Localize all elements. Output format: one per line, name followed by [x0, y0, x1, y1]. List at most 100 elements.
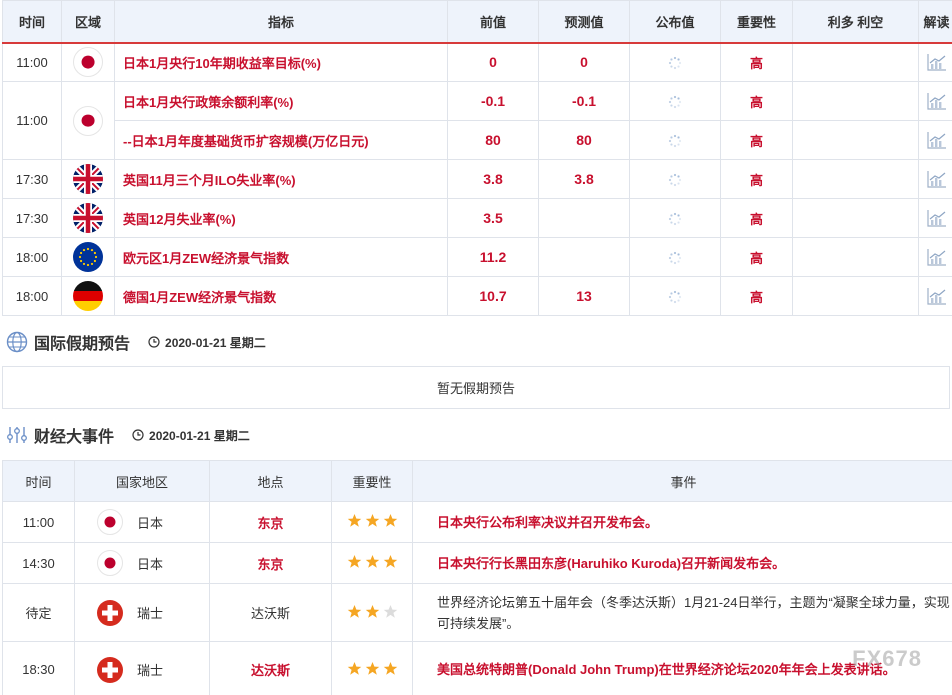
events-table: 时间 国家地区 地点 重要性 事件 11:00 日本 东京 日本央行公布利率决议并召开… — [2, 460, 952, 695]
forecast-value: 13 — [538, 276, 630, 316]
uk-flag-icon — [73, 164, 103, 194]
loading-spinner-icon — [668, 56, 682, 70]
table-row: 11:00 日本1月央行10年期收益率目标(%) 0 0 高 — [2, 42, 952, 82]
actual-cell — [629, 42, 721, 82]
table-row: 17:30 英国11月三个月ILO失业率(%) 3.8 3.8 高 — [2, 159, 952, 199]
loading-spinner-icon — [668, 290, 682, 304]
switzerland-flag-icon — [97, 656, 123, 683]
analysis-cell[interactable] — [918, 237, 952, 277]
holiday-date-text: 2020-01-21 星期二 — [165, 335, 266, 350]
importance-value: 高 — [720, 81, 793, 121]
col-region: 区域 — [61, 0, 115, 44]
table-row: 14:30 日本 东京 日本央行行长黑田东彦(Haruhiko Kuroda)召开新闻… — [2, 542, 952, 584]
events-section-header: 财经大事件 2020-01-21 星期二 — [6, 420, 250, 450]
bull-bear-cell — [792, 237, 919, 277]
event-description: 日本央行公布利率决议并召开发布会。 — [412, 501, 952, 543]
sliders-icon — [7, 427, 27, 443]
chart-analysis-icon[interactable] — [926, 92, 947, 110]
importance-value: 高 — [720, 276, 793, 316]
chart-analysis-icon[interactable] — [926, 248, 947, 266]
event-place: 东京 — [209, 501, 332, 543]
switzerland-flag-icon — [97, 599, 123, 626]
forecast-value: 0 — [538, 42, 630, 82]
analysis-cell[interactable] — [918, 120, 952, 160]
indicator-link[interactable]: --日本1月年度基础货币扩容规模(万亿日元) — [114, 120, 448, 160]
analysis-cell[interactable] — [918, 81, 952, 121]
previous-value: 0 — [447, 42, 539, 82]
previous-value: 11.2 — [447, 237, 539, 277]
holiday-title: 国际假期预告 — [34, 336, 131, 353]
time-cell: 17:30 — [2, 198, 62, 238]
table-row: 待定 瑞士 达沃斯 世界经济论坛第五十届年会（冬季达沃斯）1月21-24日举行，主题为… — [2, 583, 952, 642]
star-filled-icon — [347, 554, 361, 568]
eu-flag-icon — [73, 242, 103, 272]
importance-value: 高 — [720, 120, 793, 160]
actual-cell — [629, 81, 721, 121]
event-place: 东京 — [209, 542, 332, 584]
col-importance: 重要性 — [331, 460, 413, 502]
event-description: 世界经济论坛第五十届年会（冬季达沃斯）1月21-24日举行，主题为“凝聚全球力量… — [412, 583, 952, 642]
event-country-cell: 瑞士 — [74, 583, 210, 642]
bull-bear-cell — [792, 276, 919, 316]
event-country: 瑞士 — [137, 606, 164, 621]
events-date-text: 2020-01-21 星期二 — [149, 428, 250, 443]
japan-flag-icon — [73, 47, 103, 78]
indicator-link[interactable]: 德国1月ZEW经济景气指数 — [114, 276, 448, 316]
col-previous: 前值 — [447, 0, 539, 44]
holiday-empty-text: 暂无假期预告 — [436, 381, 515, 396]
analysis-cell[interactable] — [918, 42, 952, 82]
chart-analysis-icon[interactable] — [926, 209, 947, 227]
indicator-link[interactable]: 英国12月失业率(%) — [114, 198, 448, 238]
clock-icon — [132, 429, 144, 441]
importance-stars — [347, 513, 398, 528]
analysis-cell[interactable] — [918, 198, 952, 238]
event-country-cell: 日本 — [74, 501, 210, 543]
chart-analysis-icon[interactable] — [926, 131, 947, 149]
actual-cell — [629, 237, 721, 277]
star-empty-icon — [383, 604, 397, 618]
chart-analysis-icon[interactable] — [926, 287, 947, 305]
star-filled-icon — [383, 661, 397, 675]
previous-value: -0.1 — [447, 81, 539, 121]
event-importance — [331, 501, 413, 543]
analysis-cell[interactable] — [918, 159, 952, 199]
event-country-cell: 瑞士 — [74, 641, 210, 695]
importance-value: 高 — [720, 159, 793, 199]
loading-spinner-icon — [668, 134, 682, 148]
col-actual: 公布值 — [629, 0, 721, 44]
indicator-link[interactable]: 欧元区1月ZEW经济景气指数 — [114, 237, 448, 277]
importance-stars — [347, 554, 398, 569]
time-cell: 18:00 — [2, 237, 62, 277]
event-time: 待定 — [2, 583, 75, 642]
previous-value: 3.8 — [447, 159, 539, 199]
forecast-value — [538, 237, 630, 277]
region-cell — [61, 237, 115, 277]
chart-analysis-icon[interactable] — [926, 170, 947, 188]
uk-flag-icon — [73, 203, 103, 233]
events-header-row: 时间 国家地区 地点 重要性 事件 — [2, 460, 952, 502]
previous-value: 10.7 — [447, 276, 539, 316]
econ-header-row: 时间 区域 指标 前值 预测值 公布值 重要性 利多 利空 解读 — [2, 0, 952, 44]
chart-analysis-icon[interactable] — [926, 53, 947, 71]
indicator-link[interactable]: 英国11月三个月ILO失业率(%) — [114, 159, 448, 199]
bull-bear-cell — [792, 159, 919, 199]
indicator-link[interactable]: 日本1月央行10年期收益率目标(%) — [114, 42, 448, 82]
importance-stars — [347, 604, 398, 619]
analysis-cell[interactable] — [918, 276, 952, 316]
table-row: 17:30 英国12月失业率(%) 3.5 高 — [2, 198, 952, 238]
col-place: 地点 — [209, 460, 332, 502]
importance-value: 高 — [720, 237, 793, 277]
region-cell — [61, 276, 115, 316]
events-date: 2020-01-21 星期二 — [132, 427, 250, 444]
clock-icon — [148, 336, 160, 348]
actual-cell — [629, 120, 721, 160]
col-event: 事件 — [412, 460, 952, 502]
star-filled-icon — [365, 604, 379, 618]
fx678-watermark: FX678 — [852, 646, 922, 671]
time-cell: 11:00 — [2, 42, 62, 82]
indicator-link[interactable]: 日本1月央行政策余额利率(%) — [114, 81, 448, 121]
region-cell — [61, 81, 115, 160]
event-time: 18:30 — [2, 641, 75, 695]
col-analysis: 解读 — [918, 0, 952, 44]
holiday-date: 2020-01-21 星期二 — [148, 334, 266, 351]
